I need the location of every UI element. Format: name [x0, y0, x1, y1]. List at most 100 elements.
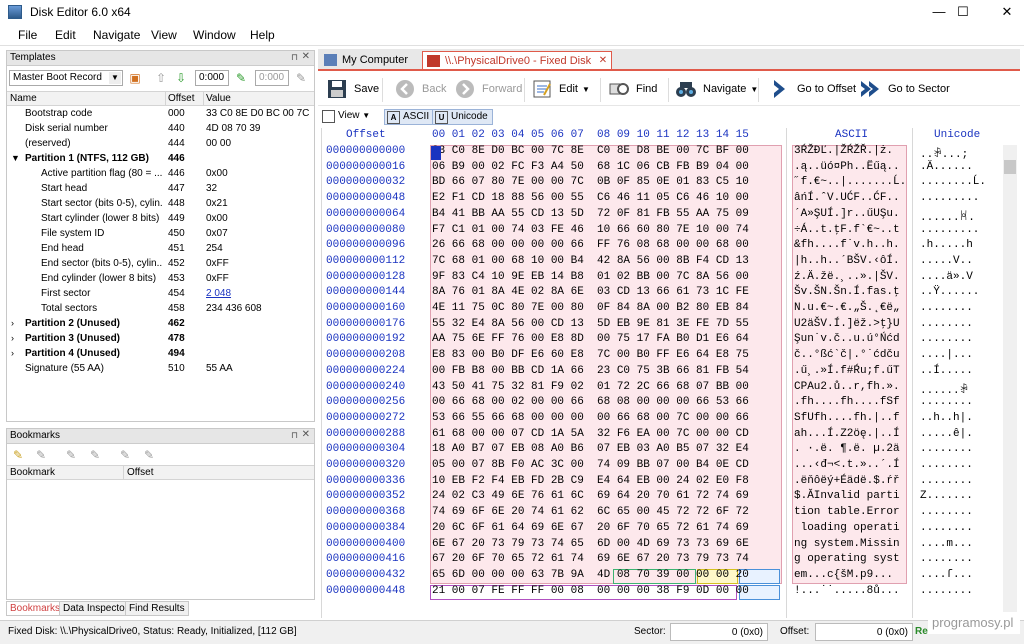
template-row[interactable]: (reserved) 444 00 00	[7, 137, 314, 152]
hex-row-offset[interactable]: 000000000352	[326, 490, 405, 506]
pin-icon[interactable]: ⊓	[291, 430, 298, 441]
hex-row-offset[interactable]: 000000000256	[326, 396, 405, 412]
hex-row-unicode[interactable]: ........	[920, 475, 973, 491]
hex-row-bytes[interactable]: 7C 68 01 00 68 10 00 B4 42 8A 56 00 8B F…	[432, 255, 749, 271]
hex-row-unicode[interactable]: ..h..h|.	[920, 412, 973, 428]
chevron-down-icon[interactable]: ▼	[109, 72, 121, 84]
hex-row-offset[interactable]: 000000000144	[326, 286, 405, 302]
hex-row-offset[interactable]: 000000000304	[326, 443, 405, 459]
arrow-down-icon[interactable]: ⇩	[173, 70, 189, 86]
hex-row-bytes[interactable]: 26 66 68 00 00 00 00 66 FF 76 08 68 00 0…	[432, 239, 749, 255]
hex-row-offset[interactable]: 000000000064	[326, 208, 405, 224]
template-row[interactable]: Total sectors 458 234 436 608	[7, 302, 314, 317]
hex-row-ascii[interactable]: ...‹đ¬<.t.»..´.Í	[794, 459, 900, 475]
template-row[interactable]: Start sector (bits 0-5), cylin... 448 0x21	[7, 197, 314, 212]
hex-row-unicode[interactable]: .........	[920, 192, 979, 208]
hex-row-bytes[interactable]: 24 02 C3 49 6E 76 61 6C 69 64 20 70 61 7…	[432, 490, 749, 506]
hex-row-bytes[interactable]: 10 EB F2 F4 EB FD 2B C9 E4 64 EB 00 24 0…	[432, 475, 749, 491]
hex-row-offset[interactable]: 000000000176	[326, 318, 405, 334]
hex-row-ascii[interactable]: ng system.Missin	[794, 538, 900, 554]
hex-row-bytes[interactable]: AA 75 6E FF 76 00 E8 8D 00 75 17 FA B0 D…	[432, 333, 749, 349]
close-tab-icon[interactable]: ✕	[599, 55, 607, 66]
hex-row-ascii[interactable]: &fh....f˙v.h..h.	[794, 239, 900, 255]
navigate-button[interactable]: Navigate ▼	[675, 77, 758, 103]
pin-apply-icon[interactable]: ✎	[233, 70, 249, 86]
hex-row-ascii[interactable]: em...c{šM.p9...	[794, 569, 893, 585]
hex-row-unicode[interactable]: ........Ĺ.	[920, 176, 986, 192]
hex-row-bytes[interactable]: 06 B9 00 02 FC F3 A4 50 68 1C 06 CB FB B…	[432, 161, 749, 177]
column-value[interactable]: Value	[206, 93, 231, 104]
hex-row-bytes[interactable]: 65 6D 00 00 00 63 7B 9A 4D 08 70 39 00 0…	[432, 569, 749, 585]
hex-row-offset[interactable]: 000000000288	[326, 428, 405, 444]
expand-icon[interactable]: ›	[11, 333, 14, 343]
menu-view[interactable]: View	[151, 28, 177, 42]
hex-row-offset[interactable]: 000000000128	[326, 271, 405, 287]
hex-row-ascii[interactable]: ź.Ä.žë.¸..».|ŠV.	[794, 271, 900, 287]
tab-data-inspector[interactable]: Data Inspector	[59, 601, 133, 616]
hex-row-ascii[interactable]: tion table.Error	[794, 506, 900, 522]
hex-row-offset[interactable]: 000000000160	[326, 302, 405, 318]
hex-row-unicode[interactable]: ..Í.....	[920, 365, 973, 381]
hex-row-offset[interactable]: 000000000400	[326, 538, 405, 554]
hex-row-offset[interactable]: 000000000368	[326, 506, 405, 522]
template-row[interactable]: Disk serial number 440 4D 08 70 39	[7, 122, 314, 137]
hex-row-bytes[interactable]: F7 C1 01 00 74 03 FE 46 10 66 60 80 7E 1…	[432, 224, 749, 240]
hex-row-offset[interactable]: 000000000112	[326, 255, 405, 271]
template-row[interactable]: End cylinder (lower 8 bits) 453 0xFF	[7, 272, 314, 287]
hex-row-ascii[interactable]: U2äŠV.Í.]ëž.>ţ}U	[794, 318, 900, 334]
hex-row-ascii[interactable]: ´A»ŞUÍ.]r..űUŞu.	[794, 208, 900, 224]
hex-row-bytes[interactable]: 53 66 55 66 68 00 00 00 00 66 68 00 7C 0…	[432, 412, 749, 428]
menu-edit[interactable]: Edit	[55, 28, 76, 42]
tab-find-results[interactable]: Find Results	[125, 601, 189, 616]
expand-icon[interactable]: ›	[11, 318, 14, 328]
hex-row-unicode[interactable]: ......ꃬ.	[920, 208, 975, 224]
hex-row-bytes[interactable]: 00 FB B8 00 BB CD 1A 66 23 C0 75 3B 66 8…	[432, 365, 749, 381]
hex-row-ascii[interactable]: ÷Á..t.ţF.f`€~..t	[794, 224, 900, 240]
hex-row-unicode[interactable]: .........	[920, 224, 979, 240]
hex-row-unicode[interactable]: ........	[920, 318, 973, 334]
template-row[interactable]: End sector (bits 0-5), cylin... 452 0xFF	[7, 257, 314, 272]
hex-row-unicode[interactable]: .Ä......	[920, 161, 973, 177]
hex-row-ascii[interactable]: Şun˙v.č..u.ú°Ńćd	[794, 333, 900, 349]
hex-row-offset[interactable]: 000000000416	[326, 553, 405, 569]
template-offset-field[interactable]: 0:000	[195, 70, 229, 86]
hex-row-unicode[interactable]: .....V..	[920, 255, 973, 271]
hex-row-offset[interactable]: 000000000448	[326, 585, 405, 601]
hex-row-offset[interactable]: 000000000240	[326, 381, 405, 397]
add-bookmark-icon[interactable]: ✎	[10, 447, 26, 463]
save-button[interactable]: Save	[326, 77, 379, 103]
hex-row-offset[interactable]: 000000000096	[326, 239, 405, 255]
hex-row-ascii[interactable]: .fh....fh....fSf	[794, 396, 900, 412]
tab-my-computer[interactable]: My Computer	[320, 51, 414, 69]
edit-button[interactable]: Edit ▼	[531, 77, 590, 103]
hex-row-unicode[interactable]: ..Ÿ......	[920, 286, 979, 302]
hex-row-bytes[interactable]: 67 20 6F 70 65 72 61 74 69 6E 67 20 73 7…	[432, 553, 749, 569]
pin-icon[interactable]: ⊓	[291, 52, 298, 63]
hex-row-unicode[interactable]: ........	[920, 302, 973, 318]
template-row[interactable]: Bootstrap code 000 33 C0 8E D0 BC 00 7C 8.…	[7, 107, 314, 122]
hex-row-offset[interactable]: 000000000192	[326, 333, 405, 349]
forward-button[interactable]: Forward	[454, 77, 522, 103]
hex-row-offset[interactable]: 000000000032	[326, 176, 405, 192]
hex-row-unicode[interactable]: ........	[920, 396, 973, 412]
hex-row-unicode[interactable]: ........	[920, 506, 973, 522]
hex-row-bytes[interactable]: E2 F1 CD 18 88 56 00 55 C6 46 11 05 C6 4…	[432, 192, 749, 208]
template-select[interactable]: Master Boot Record ▼	[9, 70, 123, 86]
hex-row-bytes[interactable]: E8 83 00 B0 DF E6 60 E8 7C 00 B0 FF E6 6…	[432, 349, 749, 365]
hex-row-offset[interactable]: 000000000320	[326, 459, 405, 475]
arrow-up-icon[interactable]: ⇧	[153, 70, 169, 86]
hex-row-unicode[interactable]: ........	[920, 459, 973, 475]
hex-row-ascii[interactable]: SfUfh....fh.|..f	[794, 412, 900, 428]
hex-row-offset[interactable]: 000000000272	[326, 412, 405, 428]
hex-row-unicode[interactable]: ........	[920, 522, 973, 538]
hex-row-unicode[interactable]: ....m...	[920, 538, 973, 554]
goto-sector-button[interactable]: Go to Sector	[860, 77, 950, 103]
hex-row-offset[interactable]: 000000000224	[326, 365, 405, 381]
hex-row-ascii[interactable]: Šv.ŠN.Šn.Í.fas.ţ	[794, 286, 900, 302]
hex-row-unicode[interactable]: ........	[920, 443, 973, 459]
hex-row-bytes[interactable]: 21 00 07 FE FF FF 00 08 00 00 00 38 F9 0…	[432, 585, 749, 601]
hex-row-unicode[interactable]: ..ꃭ...;	[920, 145, 968, 161]
hex-row-ascii[interactable]: ah...Í.Z2öę.|..Í	[794, 428, 900, 444]
hex-row-offset[interactable]: 000000000080	[326, 224, 405, 240]
hex-row-bytes[interactable]: 4E 11 75 0C 80 7E 00 80 0F 84 8A 00 B2 8…	[432, 302, 749, 318]
